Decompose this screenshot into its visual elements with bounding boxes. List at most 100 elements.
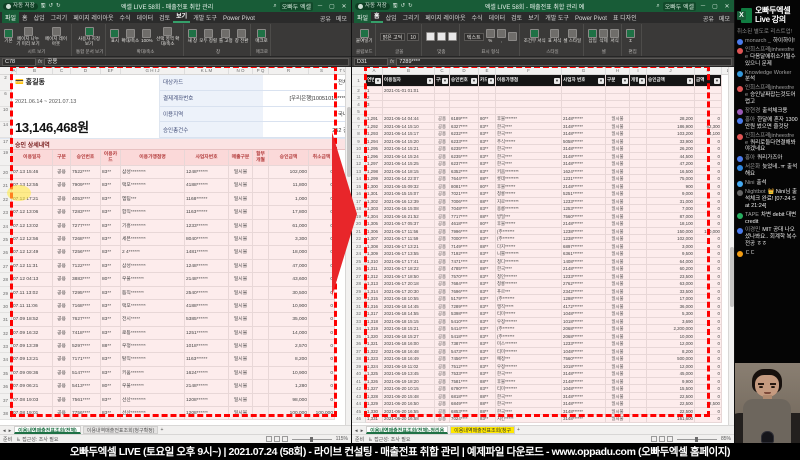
cell[interactable]: 7122****	[71, 259, 101, 274]
cell[interactable]: 83**	[101, 166, 121, 180]
row-number[interactable]: 34	[352, 325, 366, 333]
ribbon-button-6-0[interactable]: Σ	[626, 29, 636, 44]
ribbon-tab-0[interactable]: 파일	[354, 12, 372, 23]
cell[interactable]: 공용	[435, 370, 450, 378]
table-row[interactable]: 37 1,322 2021-06-18 16:48 공용 5473**** 83** 티미*…	[352, 347, 734, 355]
cell[interactable]	[630, 415, 647, 423]
row-number[interactable]: 38	[352, 355, 366, 363]
cell[interactable]: 일시불	[229, 313, 253, 327]
cell[interactable]: 공용	[53, 393, 71, 408]
cell[interactable]: 6189****	[450, 115, 479, 123]
row-number[interactable]: 44	[352, 400, 366, 408]
ribbon-tab-4[interactable]: 페이지 레이아웃	[70, 12, 116, 23]
cell[interactable]: 0	[695, 302, 722, 310]
row-number[interactable]: 25	[0, 232, 12, 247]
table-row[interactable]: 34 1,319 2021-06-18 15:21 공용 5414**** 83** (주*…	[352, 325, 734, 333]
live-chat-list[interactable]: 취소된 별도로 리스트업! monarch _ 하이하이! 인희스프레jinheesf…	[735, 29, 800, 258]
cell[interactable]: 공용	[435, 317, 450, 325]
row-number[interactable]: 35	[0, 366, 12, 381]
column-title-8[interactable]: 승인금액	[269, 150, 309, 166]
cell[interactable]: 07.12 12:56	[12, 232, 53, 247]
cell[interactable]: 2021-06-18 15:15	[383, 317, 435, 325]
cell[interactable]: 1018******	[185, 340, 229, 354]
cell[interactable]: 일시불	[606, 205, 630, 213]
cell[interactable]: 22,500	[647, 407, 695, 415]
cell[interactable]: 6232****	[450, 130, 479, 138]
table-row[interactable]: 13 1,298 2021-06-14 18:15 공용 6352**** 83** 키움*…	[352, 167, 734, 175]
cell[interactable]: 07.09 18:52	[12, 313, 53, 327]
ribbon-tab-2[interactable]: 삽입	[31, 12, 48, 23]
zoom-slider[interactable]	[291, 436, 332, 442]
table-row[interactable]: 21 1,306 2021-06-17 11:56 공용 7996**** 83** (주*…	[352, 227, 734, 235]
cell[interactable]	[695, 108, 722, 115]
cell[interactable]: 83**	[479, 415, 496, 423]
cell[interactable]: 일시불	[606, 317, 630, 325]
table-row[interactable]: 11 1,296 2021-06-14 15:24 공용 6235**** 83** 한국*…	[352, 152, 734, 160]
table-row[interactable]: 16 1,301 2021-06-15 15:07 공용 7021**** 83** 청룡*…	[352, 190, 734, 198]
cell[interactable]: 07.08 19:01	[12, 407, 53, 421]
cell[interactable]: 6235****	[450, 152, 479, 160]
cell[interactable]: 일시불	[606, 415, 630, 423]
cell[interactable]: 3148******	[562, 370, 606, 378]
share-button[interactable]: 공유	[320, 14, 331, 23]
cell[interactable]: 공용	[435, 137, 450, 145]
cell[interactable]: 3148******	[562, 400, 606, 408]
cell[interactable]: 세븐********	[121, 232, 185, 247]
cell[interactable]: 83**	[101, 206, 121, 220]
cell[interactable]: 공용	[435, 272, 450, 280]
alignment-icon[interactable]	[425, 32, 435, 41]
cell[interactable]: 83**	[479, 227, 496, 235]
filter-dropdown-icon[interactable]: ▼	[714, 77, 720, 84]
cell[interactable]: 0	[695, 250, 722, 258]
cell[interactable]	[253, 166, 269, 180]
cell[interactable]	[630, 137, 647, 145]
sheet-tab-0[interactable]: 이용내역매출전표조회(전체)	[14, 426, 81, 434]
row-number[interactable]: 37	[352, 347, 366, 355]
cell[interactable]: 공용	[53, 340, 71, 354]
column-header-EF[interactable]: EF	[101, 67, 121, 74]
cell[interactable]: 8040******	[185, 232, 229, 247]
cell[interactable]	[435, 87, 450, 94]
cell[interactable]: 공용	[435, 182, 450, 190]
view-button-0[interactable]	[650, 436, 657, 442]
table-row[interactable]: 46 1,331 2021-06-20 16:58 공용 7024**** 83** 치킨*…	[352, 415, 734, 423]
cell[interactable]: 500,000	[647, 355, 695, 363]
cell[interactable]: 공용	[53, 299, 71, 314]
column-title-4[interactable]: 카드▼	[479, 75, 496, 87]
cell[interactable]: 22,500	[647, 392, 695, 400]
cell[interactable]: 우정*******	[496, 362, 562, 370]
table-row[interactable]: 32	[352, 94, 734, 101]
cell[interactable]: 6790****	[450, 385, 479, 393]
cell[interactable]: 공용	[435, 235, 450, 243]
cell[interactable]: 후불******	[496, 377, 562, 385]
cell[interactable]: 83**	[101, 259, 121, 274]
ribbon-dropdown-10[interactable]: 10	[407, 32, 419, 41]
cell[interactable]	[630, 377, 647, 385]
cell[interactable]	[647, 101, 695, 108]
cell[interactable]	[479, 108, 496, 115]
cell[interactable]: 한국****	[496, 392, 562, 400]
cell[interactable]: 2021-06-18 10:55	[383, 295, 435, 303]
cell[interactable]: 공용	[53, 166, 71, 180]
cell[interactable]	[253, 407, 269, 421]
cell[interactable]	[253, 179, 269, 193]
cell[interactable]	[695, 87, 722, 94]
cell[interactable]: 2021-06-17 17:41	[383, 257, 435, 265]
cell[interactable]: 지로********	[496, 197, 562, 205]
cell[interactable]: 2021-06-14 15:20	[383, 137, 435, 145]
cell[interactable]: 공용	[435, 175, 450, 183]
cell[interactable]: 83**	[479, 370, 496, 378]
cell[interactable]: 공용	[53, 219, 71, 233]
cell[interactable]: 83**	[479, 160, 496, 168]
cell[interactable]: 1238******	[562, 227, 606, 235]
cell[interactable]: 7149****	[450, 242, 479, 250]
cell[interactable]	[435, 101, 450, 108]
cell[interactable]: 일시불	[606, 220, 630, 228]
cell[interactable]: 2148******	[562, 220, 606, 228]
column-header-0[interactable]	[0, 67, 12, 74]
cell[interactable]: 83**	[101, 219, 121, 233]
cell[interactable]: 83**	[479, 272, 496, 280]
cell[interactable]: 1,325	[366, 370, 383, 378]
row-number[interactable]: 2	[352, 87, 366, 94]
cell[interactable]: 우불*******	[121, 380, 185, 394]
